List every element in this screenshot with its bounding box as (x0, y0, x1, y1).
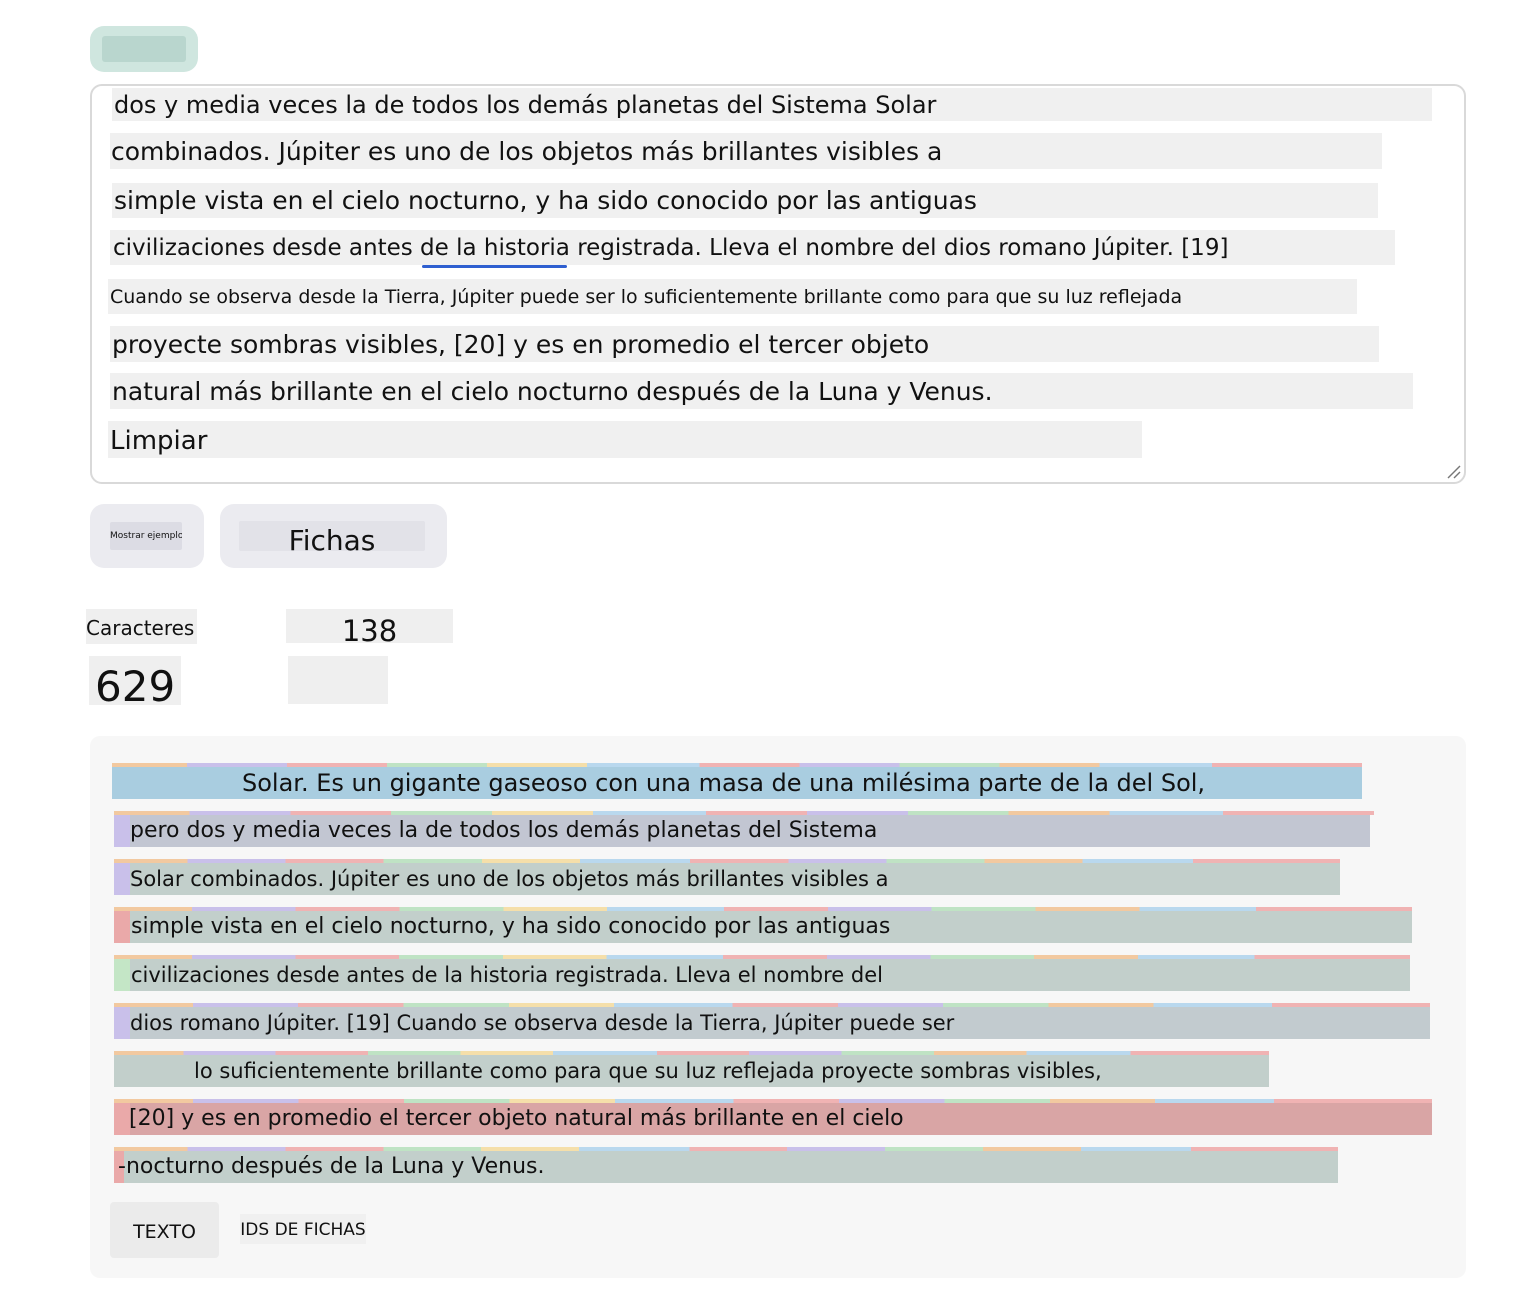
token-line: [20] y es en promedio el tercer objeto n… (114, 1099, 1432, 1135)
token-line: simple vista en el cielo nocturno, y ha … (114, 907, 1412, 943)
tokenizer-page: dos y media veces la de todos los demás … (0, 0, 1528, 1292)
tokens-button[interactable]: Fichas (220, 504, 447, 568)
token-line: pero dos y media veces la de todos los d… (114, 811, 1374, 847)
token-line: Solar combinados. Júpiter es uno de los … (114, 859, 1340, 895)
tokens-button-label: Fichas (239, 521, 425, 557)
show-example-button[interactable]: Mostrar ejemplo (90, 504, 204, 568)
token-line: -nocturno después de la Luna y Venus. (114, 1147, 1338, 1183)
tokens-label (288, 656, 388, 704)
spellcheck-underline (422, 265, 567, 268)
characters-count: 629 (89, 656, 181, 711)
characters-label: Caracteres (86, 609, 197, 644)
input-line: natural más brillante en el cielo noctur… (110, 373, 1413, 409)
input-line: Limpiar (108, 421, 1142, 458)
show-example-label: Mostrar ejemplo (110, 522, 182, 550)
tab-token-ids[interactable]: IDS DE FICHAS (240, 1214, 366, 1244)
tab-text[interactable]: TEXTO (110, 1202, 219, 1258)
token-line: civilizaciones desde antes de la histori… (114, 955, 1410, 991)
top-pill-label (102, 36, 186, 62)
input-line: dos y media veces la de todos los demás … (112, 88, 1432, 121)
input-line: Cuando se observa desde la Tierra, Júpit… (108, 279, 1357, 314)
token-line: lo suficientemente brillante como para q… (114, 1051, 1269, 1087)
input-line: civilizaciones desde antes de la histori… (110, 230, 1395, 265)
resize-handle-icon[interactable] (1446, 464, 1462, 480)
top-pill-button[interactable] (90, 26, 198, 72)
tokens-count: 138 (286, 609, 453, 648)
token-line: Solar. Es un gigante gaseoso con una mas… (112, 763, 1362, 799)
token-line: dios romano Júpiter. [19] Cuando se obse… (114, 1003, 1430, 1039)
input-line: simple vista en el cielo nocturno, y ha … (112, 183, 1378, 218)
input-line: combinados. Júpiter es uno de los objeto… (110, 133, 1382, 169)
input-line: proyecte sombras visibles, [20] y es en … (110, 326, 1379, 362)
